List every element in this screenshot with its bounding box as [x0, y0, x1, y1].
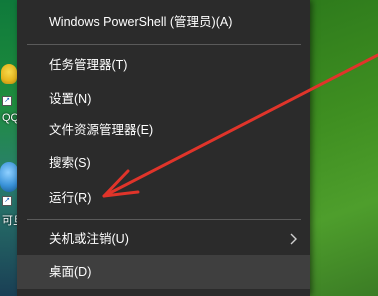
menu-item-run[interactable]: 运行(R)	[17, 181, 310, 215]
menu-item-label: 设置(N)	[49, 92, 92, 106]
menu-separator	[27, 219, 301, 220]
menu-item-label: 搜索(S)	[49, 156, 91, 170]
menu-item-label: 任务管理器(T)	[49, 58, 128, 72]
menu-item-label: 桌面(D)	[49, 265, 92, 279]
menu-item-desktop[interactable]: 桌面(D)	[17, 255, 310, 289]
menu-item-powershell-admin[interactable]: Windows PowerShell (管理员)(A)	[17, 5, 310, 39]
menu-item-shutdown-signout[interactable]: 关机或注销(U)	[17, 222, 310, 256]
chevron-right-icon	[290, 233, 297, 245]
desktop-background-right	[310, 0, 378, 296]
menu-item-settings[interactable]: 设置(N)	[17, 82, 310, 116]
app-icon	[0, 162, 18, 192]
winx-context-menu: Windows PowerShell (管理员)(A) 任务管理器(T) 设置(…	[17, 0, 310, 296]
menu-separator	[27, 44, 301, 45]
shortcut-arrow-icon: ↗	[2, 96, 12, 106]
menu-item-label: 关机或注销(U)	[49, 232, 129, 246]
menu-item-file-explorer[interactable]: 文件资源管理器(E)	[17, 113, 310, 147]
menu-item-label: Windows PowerShell (管理员)(A)	[49, 15, 233, 29]
qq-icon	[1, 64, 17, 84]
menu-item-task-manager[interactable]: 任务管理器(T)	[17, 48, 310, 82]
menu-item-label: 运行(R)	[49, 191, 92, 205]
menu-item-label: 文件资源管理器(E)	[49, 123, 154, 137]
shortcut-arrow-icon: ↗	[2, 196, 12, 206]
menu-item-search[interactable]: 搜索(S)	[17, 146, 310, 180]
